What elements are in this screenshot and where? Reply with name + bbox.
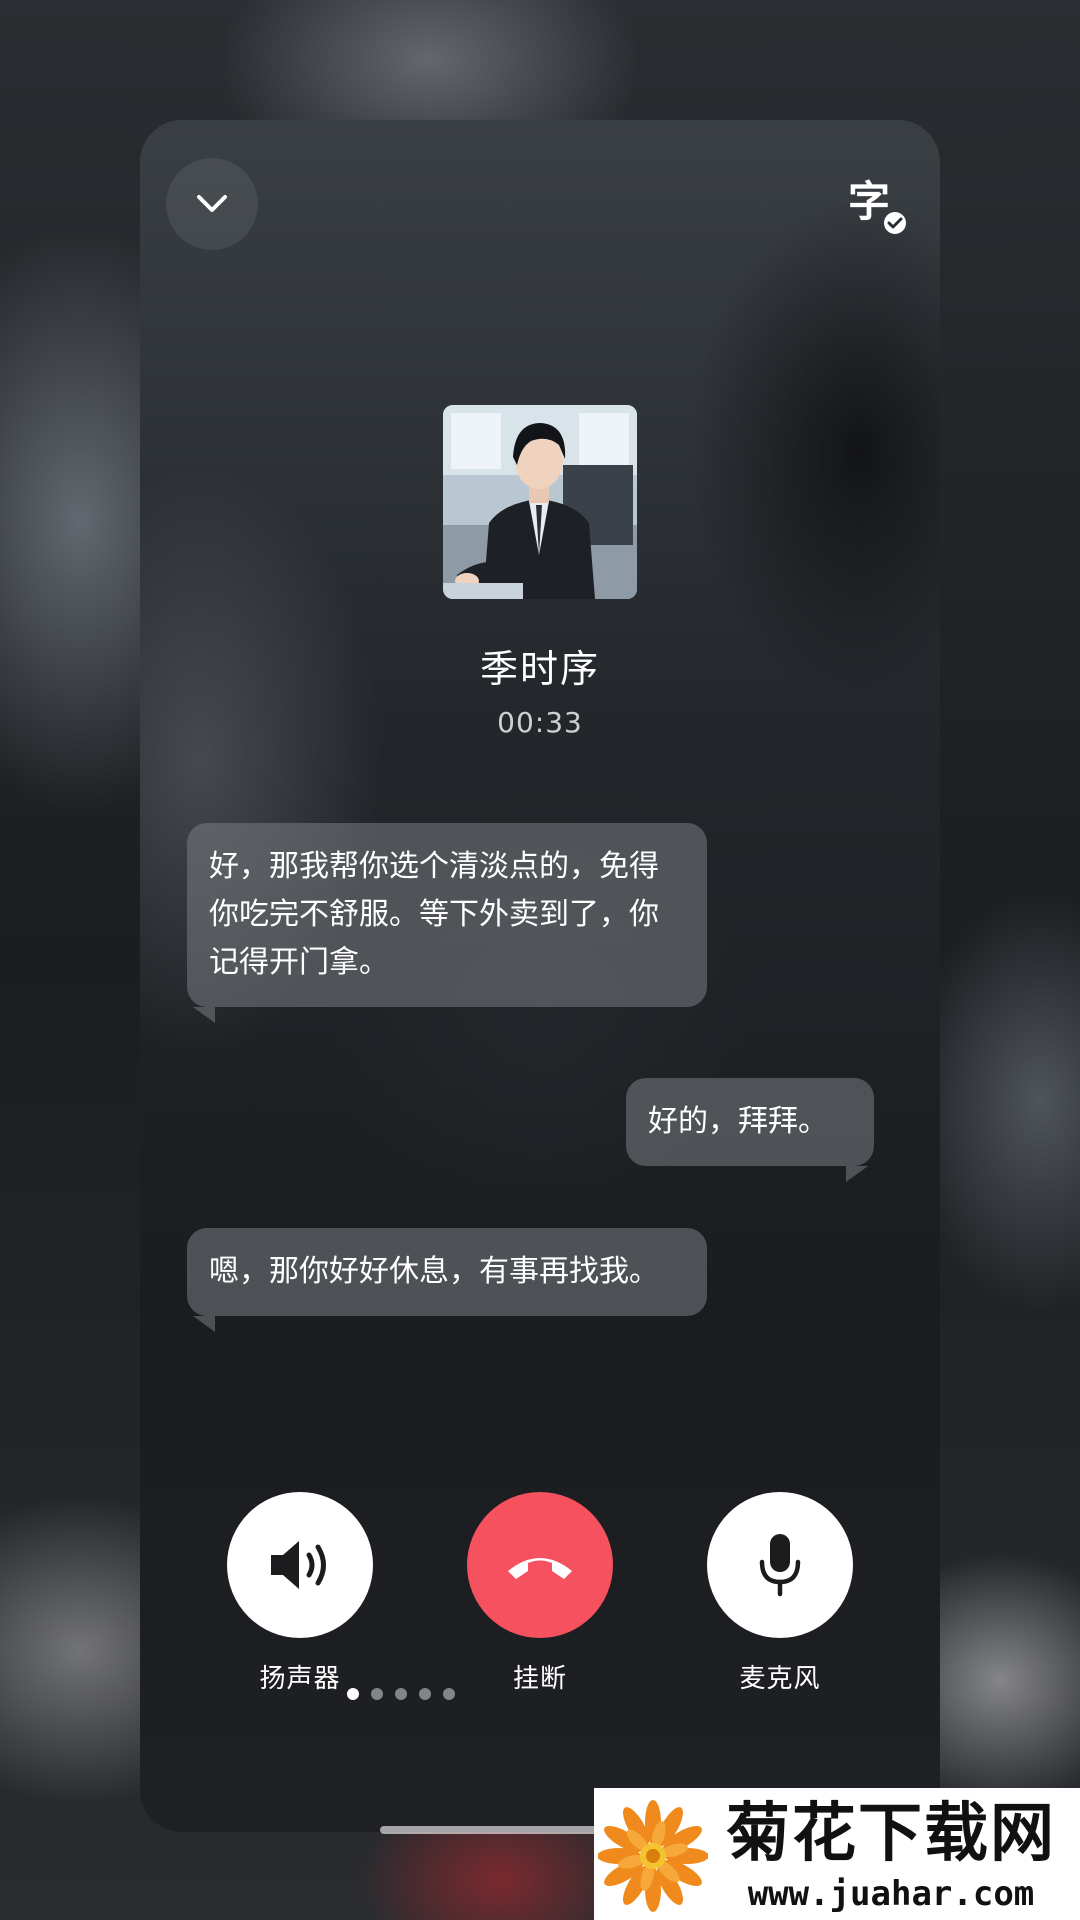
caller-name: 季时序 [479, 647, 600, 691]
mic-button[interactable] [707, 1492, 853, 1638]
speaker-control: 扬声器 [227, 1492, 373, 1695]
speaker-icon [271, 1541, 326, 1589]
flower-logo-icon [598, 1800, 708, 1912]
watermark: 菊花下载网 www.juahar.com [594, 1788, 1080, 1920]
watermark-url: www.juahar.com [747, 1874, 1035, 1914]
hangup-label: 挂断 [512, 1664, 567, 1694]
hangup-control: 挂断 [467, 1492, 613, 1695]
check-badge-icon [884, 212, 906, 234]
mic-control: 麦克风 [707, 1492, 853, 1695]
call-timer: 00:33 [497, 706, 583, 739]
chat-bubble-outgoing: 好的，拜拜。 [626, 1078, 874, 1182]
call-card: 字 季时序 00:33 好，那我帮你选个清淡点的，免得你吃完不舒服。等下外卖到了… [140, 120, 940, 1832]
page-indicator [347, 1688, 455, 1700]
mic-label: 麦克风 [739, 1664, 821, 1694]
caller-avatar [443, 405, 637, 599]
speaker-button[interactable] [227, 1492, 373, 1638]
subtitle-toggle-button[interactable]: 字 [848, 177, 906, 234]
bubble-tail [846, 1166, 868, 1182]
collapse-button[interactable] [166, 158, 258, 250]
call-screen: 字 季时序 00:33 好，那我帮你选个清淡点的，免得你吃完不舒服。等下外卖到了… [0, 0, 1080, 1920]
bubble-tail [193, 1007, 215, 1023]
message-text: 好，那我帮你选个清淡点的，免得你吃完不舒服。等下外卖到了，你记得开门拿。 [209, 849, 659, 980]
page-dot[interactable] [443, 1688, 455, 1700]
chat-bubble-incoming: 嗯，那你好好休息，有事再找我。 [187, 1228, 707, 1332]
chat-bubble-incoming: 好，那我帮你选个清淡点的，免得你吃完不舒服。等下外卖到了，你记得开门拿。 [187, 823, 707, 1023]
hangup-button[interactable] [467, 1492, 613, 1638]
bubble-tail [193, 1316, 215, 1332]
page-dot[interactable] [371, 1688, 383, 1700]
microphone-icon [759, 1534, 801, 1597]
message-text: 嗯，那你好好休息，有事再找我。 [209, 1254, 659, 1289]
chevron-down-icon [197, 195, 227, 212]
page-dot[interactable] [419, 1688, 431, 1700]
watermark-title: 菊花下载网 [726, 1797, 1056, 1871]
page-dot[interactable] [347, 1688, 359, 1700]
hang-up-icon [508, 1558, 572, 1579]
page-dot[interactable] [395, 1688, 407, 1700]
message-text: 好的，拜拜。 [648, 1104, 828, 1139]
